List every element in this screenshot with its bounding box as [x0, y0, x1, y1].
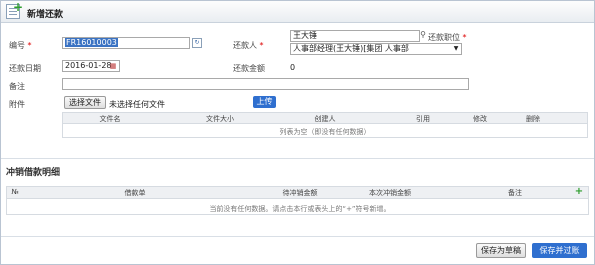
col-reference[interactable]: 引用	[408, 114, 438, 124]
col-filesize[interactable]: 文件大小	[190, 114, 250, 124]
col-edit[interactable]: 修改	[465, 114, 495, 124]
title-bar: + 新增还款	[1, 1, 594, 23]
choose-file-button[interactable]: 选择文件	[64, 96, 106, 109]
remark-field[interactable]	[62, 78, 469, 90]
writeoff-title: 冲销借款明细	[6, 168, 61, 178]
repayer-label: 还款人 *	[233, 41, 264, 50]
dropdown-arrow-icon[interactable]: ▼	[451, 44, 461, 54]
amount-label: 还款金额	[233, 64, 265, 73]
amount-value: 0	[290, 63, 296, 72]
number-field[interactable]: FR16010003	[62, 37, 190, 49]
col-pending-amount[interactable]: 待冲销金额	[270, 188, 330, 198]
col-delete[interactable]: 删除	[518, 114, 548, 124]
refresh-icon[interactable]: ↻	[192, 38, 202, 48]
writeoff-empty-text: 当前没有任何数据。请点击本行或表头上的“+”符号新增。	[209, 205, 391, 213]
repayer-field[interactable]: 王大锤	[290, 30, 420, 42]
col-index[interactable]: №	[8, 188, 22, 196]
page-title: 新增还款	[27, 10, 64, 20]
no-file-text: 未选择任何文件	[109, 100, 165, 109]
col-loan-doc[interactable]: 借款单	[110, 188, 160, 198]
add-icon: +	[13, 0, 24, 14]
position-label: 还款职位 *	[428, 33, 467, 42]
position-select[interactable]: 人事部经理(王大锤)[集团 人事部	[290, 43, 462, 55]
attachments-empty-text: 列表为空（即没有任何数据）	[279, 128, 371, 136]
col-filename[interactable]: 文件名	[80, 114, 140, 124]
plus-icon[interactable]: +	[574, 187, 584, 197]
save-submit-button[interactable]: 保存并过账	[532, 243, 587, 258]
divider	[1, 158, 594, 159]
date-label: 还款日期	[9, 64, 41, 73]
number-label: 编号 *	[9, 41, 32, 50]
footer-divider	[1, 236, 594, 237]
col-creator[interactable]: 创建人	[300, 114, 350, 124]
remark-label: 备注	[9, 82, 25, 91]
search-icon[interactable]: ⚲	[418, 30, 428, 40]
col-remark[interactable]: 备注	[500, 188, 530, 198]
calendar-icon[interactable]: ▦	[108, 61, 118, 71]
save-draft-button[interactable]: 保存为草稿	[476, 243, 526, 258]
upload-button[interactable]: 上传	[253, 96, 276, 108]
attach-label: 附件	[9, 100, 25, 109]
col-current-amount[interactable]: 本次冲销金额	[355, 188, 425, 198]
